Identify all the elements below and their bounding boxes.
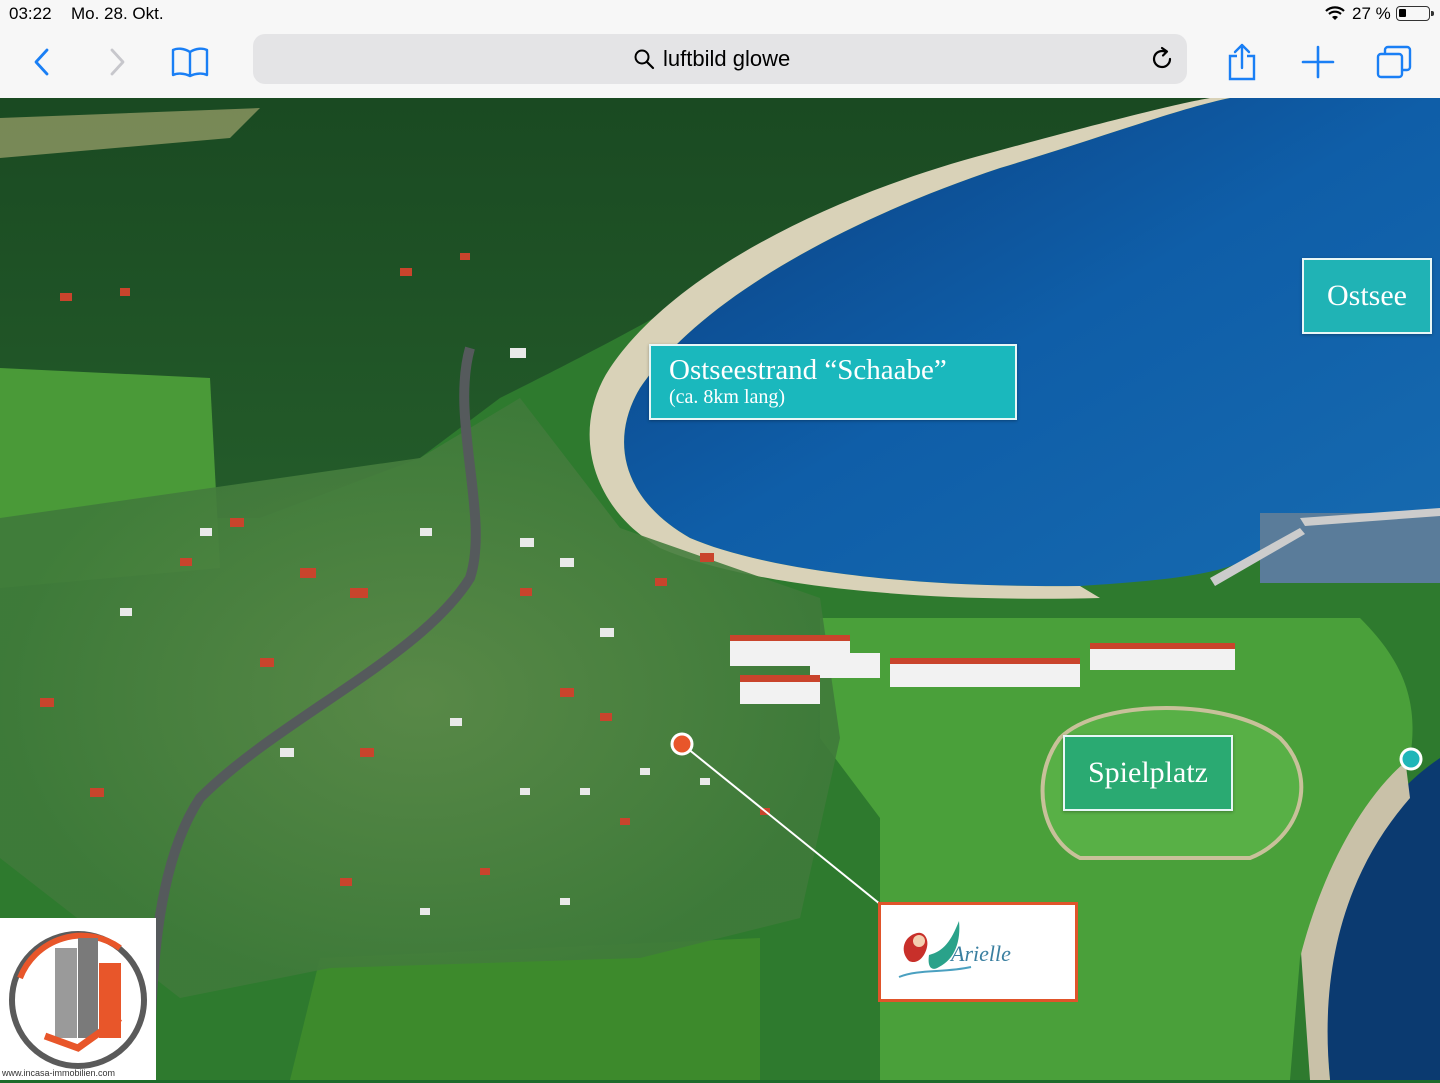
back-button[interactable] bbox=[18, 38, 66, 86]
forward-button[interactable] bbox=[93, 38, 141, 86]
status-bar: 03:22 Mo. 28. Okt. 27 % bbox=[0, 0, 1440, 28]
status-time: 03:22 bbox=[9, 4, 52, 23]
reload-button[interactable] bbox=[1149, 46, 1175, 77]
new-tab-button[interactable] bbox=[1294, 38, 1342, 86]
tabs-button[interactable] bbox=[1370, 38, 1418, 86]
label-ostsee: Ostsee bbox=[1302, 258, 1432, 334]
arielle-logo-card: Arielle bbox=[878, 902, 1078, 1002]
incasa-logo: www.incasa-immobilien.com bbox=[0, 918, 156, 1080]
forward-icon bbox=[110, 48, 125, 76]
battery-percentage: 27 % bbox=[1352, 4, 1391, 23]
building-logo-icon bbox=[9, 931, 147, 1069]
bookmarks-icon bbox=[171, 47, 209, 78]
aerial-photo bbox=[0, 98, 1440, 1080]
back-icon bbox=[34, 48, 49, 76]
bookmarks-button[interactable] bbox=[166, 38, 214, 86]
label-spielplatz-text: Spielplatz bbox=[1088, 756, 1208, 789]
share-button[interactable] bbox=[1218, 38, 1266, 86]
label-ostseestrand-title: Ostseestrand “Schaabe” bbox=[669, 354, 947, 386]
wifi-icon bbox=[1325, 6, 1345, 26]
reload-icon bbox=[1152, 46, 1172, 69]
battery-icon bbox=[1396, 6, 1434, 21]
label-ostsee-text: Ostsee bbox=[1327, 279, 1407, 312]
share-icon bbox=[1228, 43, 1256, 81]
address-text: luftbild glowe bbox=[663, 46, 791, 71]
search-icon bbox=[633, 48, 655, 75]
address-bar[interactable]: luftbild glowe bbox=[253, 34, 1187, 84]
label-ostseestrand: Ostseestrand “Schaabe” (ca. 8km lang) bbox=[649, 344, 1017, 420]
label-ostseestrand-length: (ca. 8km lang) bbox=[669, 386, 786, 408]
arielle-text: Arielle bbox=[951, 941, 1011, 966]
new-tab-icon bbox=[1301, 45, 1335, 79]
status-date: Mo. 28. Okt. bbox=[71, 4, 164, 23]
browser-toolbar: luftbild glowe bbox=[0, 28, 1440, 99]
logo-url-text: www.incasa-immobilien.com bbox=[2, 1068, 116, 1078]
label-spielplatz: Spielplatz bbox=[1063, 735, 1233, 811]
tabs-icon bbox=[1376, 45, 1412, 79]
